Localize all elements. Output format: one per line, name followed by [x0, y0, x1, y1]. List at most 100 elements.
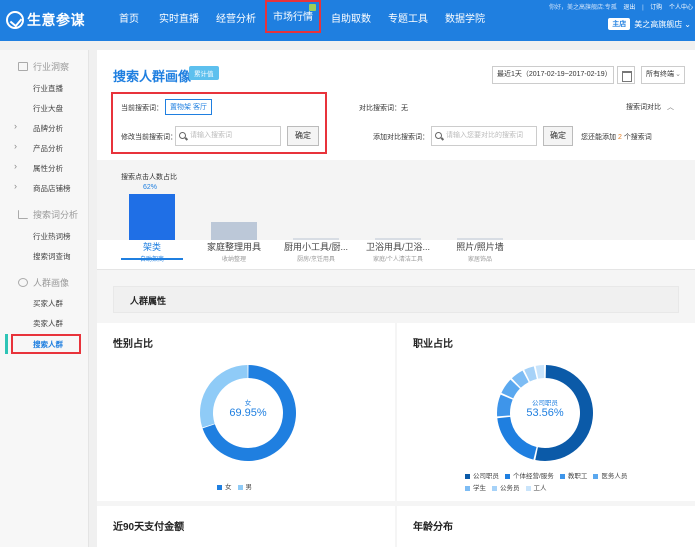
- sidebar-section-label: 人群画像: [33, 278, 70, 288]
- category-tab[interactable]: 厨用小工具/厨... 厨房/烹饪用具: [277, 240, 355, 263]
- terminal-select[interactable]: 所有终端 ⌄: [641, 66, 685, 84]
- chevron-down-icon: ⌄: [684, 19, 691, 29]
- legend-item[interactable]: 医务人员: [593, 471, 627, 483]
- logout-link[interactable]: 退出: [623, 5, 635, 11]
- new-badge-icon: [309, 4, 316, 11]
- sidebar-item-buyer-crowd[interactable]: 买家人群: [0, 298, 89, 309]
- sidebar-item-store-ranking[interactable]: 商品店铺榜: [0, 181, 89, 194]
- modify-term-input[interactable]: 请输入搜索词: [175, 126, 281, 146]
- date-range-picker[interactable]: 最近1天（2017-02-19~2017-02-19）: [492, 66, 614, 84]
- legend-label: 公司职员: [473, 473, 499, 480]
- legend-swatch: [465, 485, 470, 491]
- category-tab-name: 卫浴用具/卫浴...: [365, 242, 430, 252]
- sidebar-section-search: 搜索词分析: [0, 208, 89, 221]
- nav-special-tools[interactable]: 专题工具: [380, 0, 436, 41]
- greeting: 你好，美之高旗舰店:专孤: [549, 5, 617, 11]
- nav-self-service[interactable]: 自助取数: [323, 0, 379, 41]
- search-icon: [179, 132, 186, 139]
- subscribe-link[interactable]: 订购: [650, 5, 662, 11]
- category-tab[interactable]: 卫浴用具/卫浴... 家庭/个人清洁工具: [359, 240, 437, 263]
- main-panel: 搜索人群画像 累计值 最近1天（2017-02-19~2017-02-19） 所…: [97, 50, 695, 547]
- sidebar-section-industry: 行业洞察: [0, 60, 89, 73]
- category-chart-title: 搜索点击人数占比: [121, 174, 177, 181]
- add-compare-hint: 您还能添加 2 个搜索词: [581, 132, 652, 142]
- current-term-chip[interactable]: 置物架 客厅: [165, 99, 212, 115]
- category-tab-sub: 家居饰品: [467, 257, 492, 263]
- confirm-compare-button[interactable]: 确定: [543, 126, 573, 146]
- legend-item[interactable]: 女: [217, 481, 232, 491]
- category-tab-name: 架类: [142, 242, 161, 252]
- cumulative-tag: 累计值: [189, 66, 219, 80]
- occupation-center-value: 53.56%: [526, 407, 564, 419]
- search-icon: [435, 132, 442, 139]
- nav-realtime[interactable]: 实时直播: [151, 0, 207, 41]
- gender-title: 性别占比: [113, 339, 153, 350]
- category-chart-top-label: 62%: [143, 184, 158, 191]
- donut-slice[interactable]: [535, 365, 545, 379]
- hint-suffix: 个搜索词: [623, 134, 652, 141]
- legend-label: 工人: [533, 485, 547, 492]
- bar-chart-icon: [18, 210, 28, 219]
- add-compare-input[interactable]: 请输入您要对比的搜索词: [431, 126, 537, 146]
- legend-swatch: [492, 485, 497, 491]
- donut-slice[interactable]: [497, 416, 537, 460]
- category-tab[interactable]: 架类 自助架商: [113, 240, 191, 263]
- compare-toggle[interactable]: 搜索词对比 ︿: [626, 102, 674, 112]
- top-links: 你好，美之高旗舰店:专孤 退出 | 订购 个人中心: [549, 5, 693, 11]
- legend-label: 公务员: [500, 485, 520, 492]
- legend-item[interactable]: 公司职员: [465, 471, 499, 483]
- legend-swatch: [217, 484, 222, 490]
- shop-switcher[interactable]: 主店 美之高旗舰店 ⌄: [608, 18, 691, 30]
- logo-check-icon: [6, 11, 24, 29]
- nav-market[interactable]: 市场行情: [265, 0, 321, 33]
- sidebar-item-hot-words[interactable]: 行业热词榜: [0, 231, 89, 242]
- nav-home[interactable]: 首页: [111, 0, 147, 41]
- sidebar-item-search-crowd[interactable]: 搜索人群: [0, 339, 89, 350]
- logo[interactable]: 生意参谋: [6, 9, 85, 31]
- sidebar: 行业洞察 行业直播 行业大盘 品牌分析 产品分析 属性分析 商品店铺榜 搜索词分…: [0, 50, 89, 547]
- confirm-button[interactable]: 确定: [287, 126, 319, 146]
- legend-item[interactable]: 个体经营/服务: [505, 471, 554, 483]
- calendar-icon[interactable]: [617, 66, 635, 84]
- legend-item[interactable]: 学生: [465, 483, 486, 495]
- sidebar-section-label: 搜索词分析: [33, 210, 79, 220]
- legend-label: 女: [225, 484, 232, 491]
- category-tab-name: 厨用小工具/厨...: [283, 242, 348, 252]
- sidebar-item-search-query[interactable]: 搜索词查询: [0, 251, 89, 262]
- category-bar[interactable]: [129, 194, 175, 240]
- sidebar-item-brand-analysis[interactable]: 品牌分析: [0, 121, 89, 134]
- legend-item[interactable]: 男: [237, 481, 252, 491]
- sidebar-item-seller-crowd[interactable]: 卖家人群: [0, 318, 89, 329]
- legend-swatch: [505, 473, 510, 479]
- gender-card: 性别占比 女 69.95% 女男: [97, 323, 395, 501]
- legend-label: 学生: [473, 485, 486, 492]
- legend-item[interactable]: 教职工: [559, 471, 588, 483]
- sidebar-item-product-analysis[interactable]: 产品分析: [0, 141, 89, 154]
- category-tab[interactable]: 家庭整理用具 收纳整理: [195, 240, 273, 263]
- legend-label: 教职工: [567, 473, 588, 480]
- chevron-down-icon: ⌄: [675, 71, 681, 78]
- sidebar-section-crowd: 人群画像: [0, 276, 89, 289]
- category-tab-name: 家庭整理用具: [206, 242, 261, 252]
- nav-academy[interactable]: 数据学院: [437, 0, 493, 41]
- main-shop-badge: 主店: [608, 18, 631, 30]
- legend-item[interactable]: 工人: [525, 483, 547, 495]
- nav-market-label: 市场行情: [273, 12, 313, 23]
- personal-center-link[interactable]: 个人中心: [669, 5, 693, 11]
- occupation-card: 职业占比 公司职员 53.56% 公司职员 个体经营/服务 教职工 医务人员学生 公务员…: [397, 323, 695, 501]
- pay-title: 近90天支付金额: [113, 522, 185, 533]
- monitor-icon: [18, 62, 28, 71]
- sidebar-item-attribute-analysis[interactable]: 属性分析: [0, 161, 89, 174]
- gender-center-value: 69.95%: [229, 407, 267, 419]
- sidebar-item-industry-overview[interactable]: 行业大盘: [0, 103, 89, 114]
- section-title: 人群属性: [130, 296, 167, 306]
- add-compare-placeholder: 请输入您要对比的搜索词: [446, 132, 523, 139]
- occupation-legend: 公司职员 个体经营/服务 教职工 医务人员学生 公务员 工人: [465, 471, 645, 495]
- category-tab[interactable]: 照片/照片墙 家居饰品: [441, 240, 519, 263]
- nav-business-analysis[interactable]: 经营分析: [208, 0, 264, 41]
- sidebar-item-industry-live[interactable]: 行业直播: [0, 83, 89, 94]
- occupation-center-label: 公司职员: [532, 400, 558, 407]
- category-bar[interactable]: [211, 222, 257, 240]
- legend-item[interactable]: 公务员: [492, 483, 520, 495]
- hint-prefix: 您还能添加: [581, 134, 616, 141]
